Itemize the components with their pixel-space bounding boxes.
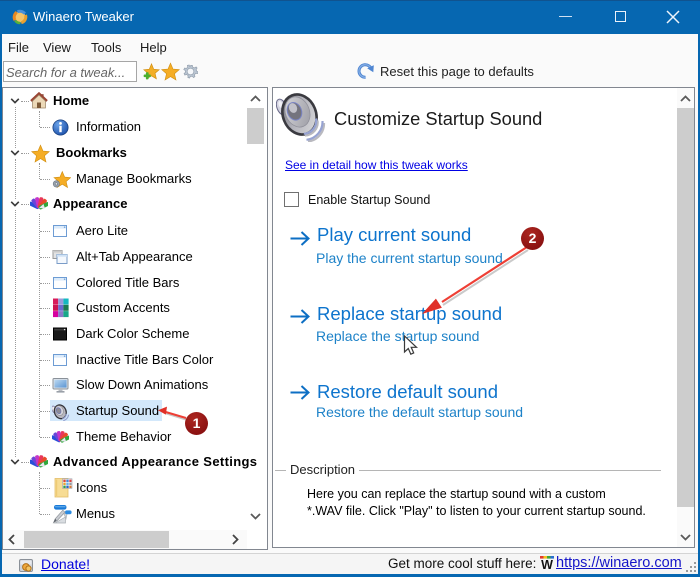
svg-text:W: W — [541, 558, 553, 570]
